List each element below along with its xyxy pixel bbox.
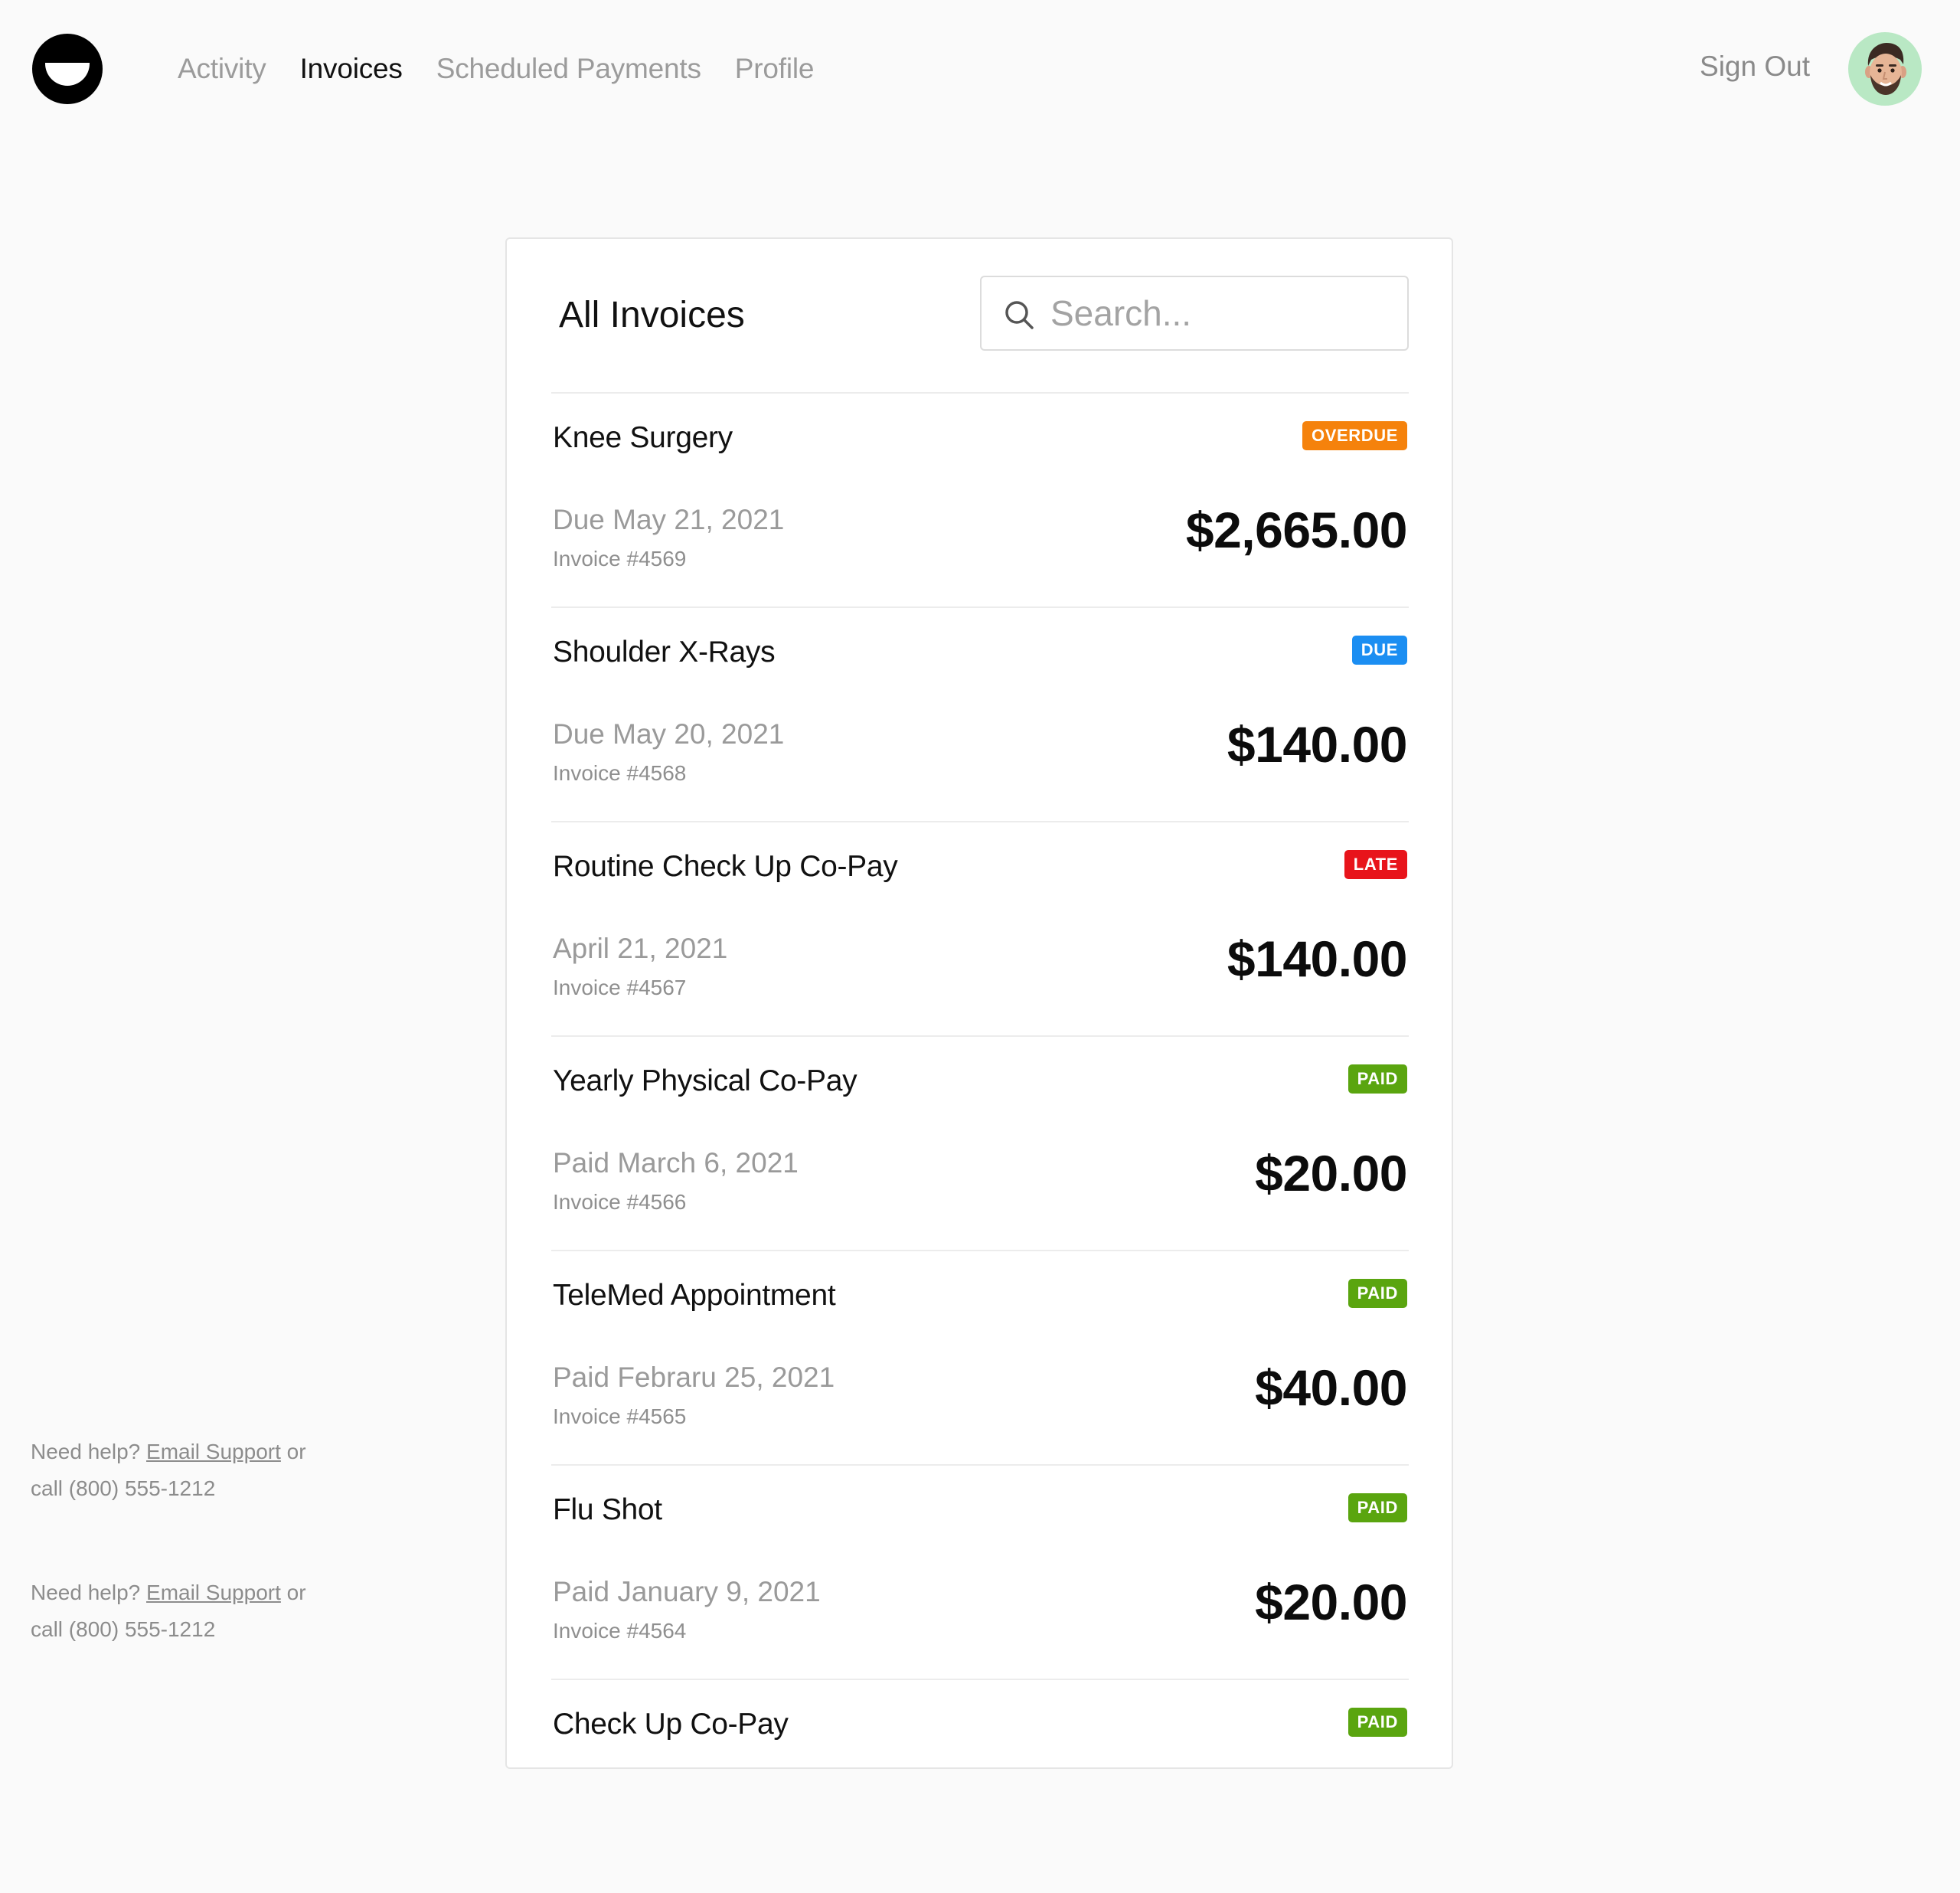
invoice-row[interactable]: TeleMed Appointment PAID Paid Febraru 25… — [551, 1250, 1409, 1464]
status-badge: PAID — [1348, 1064, 1407, 1094]
invoice-number: Invoice #4566 — [553, 1190, 687, 1214]
invoice-row[interactable]: Yearly Physical Co-Pay PAID Paid March 6… — [551, 1035, 1409, 1250]
email-support-link[interactable]: Email Support — [146, 1581, 281, 1604]
status-badge: PAID — [1348, 1279, 1407, 1308]
invoice-amount: $40.00 — [1255, 1359, 1407, 1416]
help-text: Need help? Email Support or call (800) 5… — [31, 1574, 352, 1648]
invoice-title: Shoulder X-Rays — [553, 636, 776, 669]
invoice-row[interactable]: Knee Surgery OVERDUE Due May 21, 2021 In… — [551, 392, 1409, 606]
invoice-number: Invoice #4568 — [553, 761, 687, 785]
invoice-date: Paid January 9, 2021 — [553, 1576, 821, 1607]
invoice-number: Invoice #4565 — [553, 1404, 687, 1428]
nav-profile[interactable]: Profile — [735, 53, 815, 85]
invoice-title: Check Up Co-Pay — [553, 1708, 789, 1741]
invoice-number: Invoice #4567 — [553, 976, 687, 999]
help-prefix: Need help? — [31, 1440, 141, 1463]
app-logo-icon[interactable] — [32, 34, 103, 104]
invoice-amount: $140.00 — [1227, 716, 1408, 773]
support-phone: call (800) 555-1212 — [31, 1617, 216, 1641]
invoice-amount: $140.00 — [1227, 930, 1408, 987]
invoice-title: Routine Check Up Co-Pay — [553, 850, 898, 883]
main-nav: Activity Invoices Scheduled Payments Pro… — [178, 46, 848, 92]
status-badge: PAID — [1348, 1708, 1407, 1737]
invoice-title: Yearly Physical Co-Pay — [553, 1064, 858, 1097]
nav-scheduled-payments[interactable]: Scheduled Payments — [436, 53, 701, 85]
invoice-amount: $20.00 — [1255, 1574, 1407, 1630]
invoices-card: All Invoices Knee Surgery OVERDUE Due Ma… — [505, 237, 1453, 1769]
invoice-row[interactable]: Check Up Co-Pay PAID — [551, 1679, 1409, 1893]
support-phone: call (800) 555-1212 — [31, 1476, 216, 1500]
invoice-row[interactable]: Routine Check Up Co-Pay LATE April 21, 2… — [551, 821, 1409, 1035]
sign-out-link[interactable]: Sign Out — [1700, 51, 1810, 83]
help-text: Need help? Email Support or call (800) 5… — [31, 1434, 352, 1507]
status-badge: LATE — [1344, 850, 1407, 879]
invoice-row[interactable]: Shoulder X-Rays DUE Due May 20, 2021 Inv… — [551, 606, 1409, 821]
nav-activity[interactable]: Activity — [178, 53, 266, 85]
invoice-date: Due May 21, 2021 — [553, 504, 785, 535]
email-support-link[interactable]: Email Support — [146, 1440, 281, 1463]
search-box[interactable] — [980, 276, 1409, 351]
invoice-title: TeleMed Appointment — [553, 1279, 836, 1312]
invoice-number: Invoice #4564 — [553, 1619, 687, 1643]
memoji-avatar-icon — [1865, 43, 1906, 95]
top-header: Activity Invoices Scheduled Payments Pro… — [0, 0, 1960, 138]
invoice-amount: $20.00 — [1255, 1145, 1407, 1202]
invoice-list: Knee Surgery OVERDUE Due May 21, 2021 In… — [551, 392, 1409, 1893]
search-icon — [1005, 301, 1034, 329]
nav-invoices[interactable]: Invoices — [300, 53, 403, 85]
invoice-number: Invoice #4569 — [553, 547, 687, 571]
search-input[interactable] — [1050, 288, 1387, 338]
invoice-date: April 21, 2021 — [553, 933, 728, 964]
help-prefix: Need help? — [31, 1581, 141, 1604]
invoice-title: Flu Shot — [553, 1493, 662, 1526]
avatar[interactable] — [1848, 32, 1922, 106]
invoice-title: Knee Surgery — [553, 421, 733, 454]
invoice-date: Paid Febraru 25, 2021 — [553, 1362, 835, 1393]
page-title: All Invoices — [559, 295, 745, 335]
invoice-amount: $2,665.00 — [1185, 502, 1408, 558]
status-badge: DUE — [1351, 636, 1407, 665]
invoice-row[interactable]: Flu Shot PAID Paid January 9, 2021 Invoi… — [551, 1464, 1409, 1679]
invoice-date: Due May 20, 2021 — [553, 718, 785, 750]
help-middle: or — [286, 1440, 306, 1463]
status-badge: PAID — [1348, 1493, 1407, 1522]
logo-smile — [45, 63, 90, 86]
status-badge: OVERDUE — [1302, 421, 1407, 450]
invoice-date: Paid March 6, 2021 — [553, 1147, 799, 1179]
help-middle: or — [286, 1581, 306, 1604]
